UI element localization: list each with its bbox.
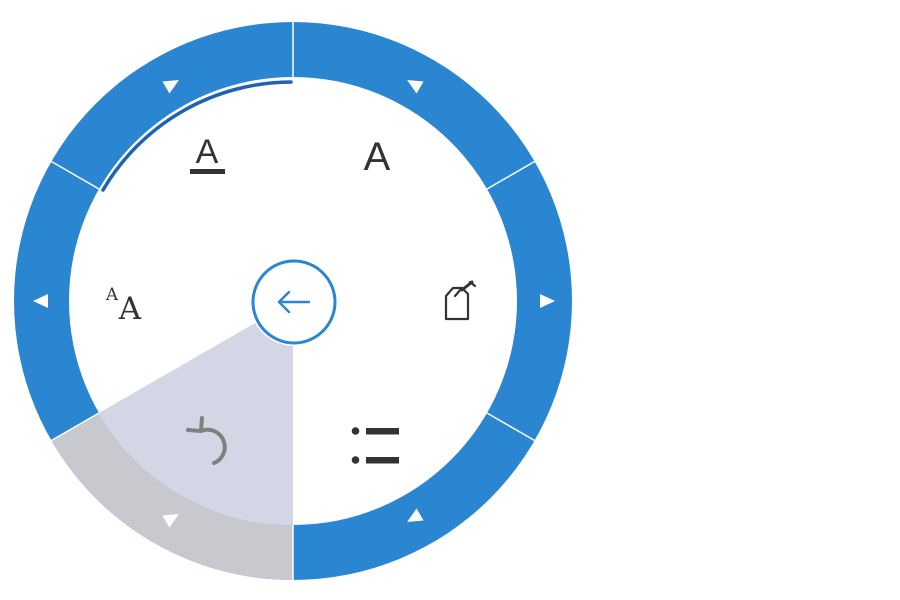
underline-bar xyxy=(190,169,225,174)
underline-a-icon: A xyxy=(196,133,219,171)
font-a-icon: A xyxy=(364,135,391,179)
font-size-icon: A xyxy=(118,291,142,327)
radial-menu: A A A A xyxy=(14,22,572,580)
font-size-icon-small: A xyxy=(105,285,119,305)
menu-item-font[interactable]: A xyxy=(364,135,391,179)
center-back-button[interactable] xyxy=(250,258,338,346)
